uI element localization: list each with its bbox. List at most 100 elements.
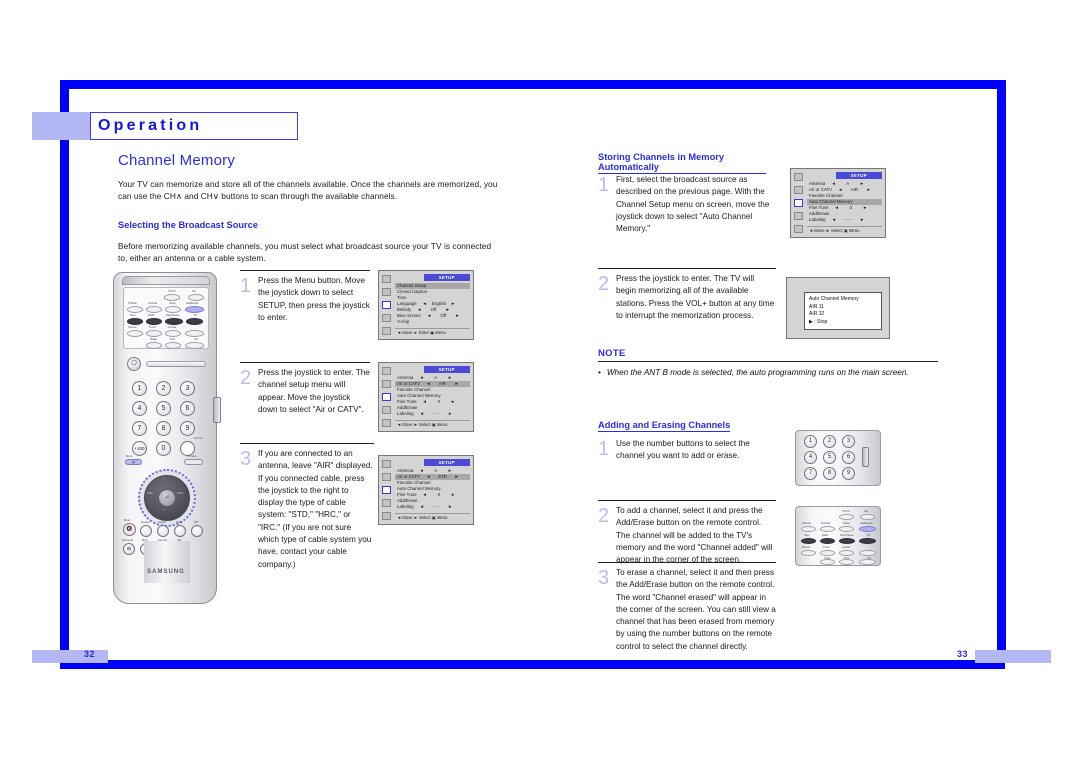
left-step-1: 1 Press the Menu button. Move the joysti… <box>240 270 370 324</box>
dialog-window: Auto Channel Memory AIR 11 AIR 32 ▶ : St… <box>804 292 882 330</box>
step-text: Use the number buttons to select the cha… <box>616 439 750 461</box>
button-sleep[interactable] <box>839 526 854 532</box>
pip-icon <box>794 225 803 233</box>
button-rew[interactable] <box>146 318 162 325</box>
key-7[interactable]: 7 <box>804 467 817 480</box>
key-1[interactable]: 1 <box>132 381 147 396</box>
page-number-right: 33 <box>957 649 969 659</box>
button-stop[interactable] <box>801 538 816 544</box>
page-title: Channel Memory <box>118 152 236 169</box>
key-5[interactable]: 5 <box>823 451 836 464</box>
button-aspect[interactable] <box>157 525 169 537</box>
button-stop[interactable] <box>127 318 143 325</box>
button-ch-down[interactable] <box>859 559 876 565</box>
button-ch-down[interactable] <box>185 342 204 349</box>
remote-keypad-detail: 1 2 3 4 5 6 7 8 9 <box>795 430 881 486</box>
setup-icon <box>794 212 803 220</box>
key-plus-100[interactable]: +100 <box>132 441 147 456</box>
button-set[interactable] <box>860 514 875 520</box>
button-play-pause[interactable] <box>165 318 183 325</box>
brand-logo: SAMSUNG <box>147 569 185 575</box>
button-tuner[interactable] <box>146 330 162 337</box>
osd-auto-channel-memory-dialog: Auto Channel Memory AIR 11 AIR 32 ▶ : St… <box>786 277 890 339</box>
button-locate[interactable] <box>165 330 181 337</box>
picture-icon <box>794 173 803 181</box>
button-s-mode[interactable] <box>146 306 162 313</box>
osd-icon-rail <box>382 459 393 521</box>
key-5[interactable]: 5 <box>156 401 171 416</box>
button-p-mode[interactable] <box>127 306 143 313</box>
dialog-line-air-32: AIR 32 <box>809 311 825 317</box>
chapter-title: Operation <box>98 117 203 134</box>
left-step-3: 3 If you are connected to an antenna, le… <box>240 443 374 571</box>
picture-icon <box>382 275 391 283</box>
key-2[interactable]: 2 <box>823 435 836 448</box>
button-ch-up[interactable] <box>185 330 204 337</box>
button-ch-up[interactable] <box>859 550 876 556</box>
key-6[interactable]: 6 <box>842 451 855 464</box>
remote-side-jog[interactable] <box>213 397 221 423</box>
pip-icon <box>382 327 391 335</box>
key-4[interactable]: 4 <box>804 451 817 464</box>
power-button[interactable]: ⏻ <box>127 357 141 371</box>
key-1[interactable]: 1 <box>804 435 817 448</box>
button-rew[interactable] <box>820 538 835 544</box>
button-menu[interactable]: ▤ <box>125 459 142 465</box>
osd-footer: ◄ Move ► Enter ▣ Menu <box>395 328 470 336</box>
button-source[interactable] <box>801 550 816 556</box>
button-tuner[interactable] <box>820 550 835 556</box>
key-2[interactable]: 2 <box>156 381 171 396</box>
page-number-tab-left <box>32 650 108 663</box>
button-add-erase[interactable] <box>185 306 204 313</box>
key-8[interactable]: 8 <box>156 421 171 436</box>
joystick-enter-button[interactable]: ⏎ <box>158 489 176 507</box>
key-3[interactable]: 3 <box>180 381 195 396</box>
step-number: 2 <box>598 273 610 295</box>
button-add-erase[interactable] <box>859 526 876 532</box>
button-tv-video[interactable] <box>184 459 203 465</box>
button-swap[interactable] <box>820 559 835 565</box>
key-9[interactable]: 9 <box>842 467 855 480</box>
osd-footer: ◄ Move ► Select ▣ Menu <box>395 513 470 521</box>
button-size[interactable] <box>165 342 181 349</box>
key-6[interactable]: 6 <box>180 401 195 416</box>
button-source[interactable] <box>127 330 143 337</box>
button-pip[interactable] <box>191 525 203 537</box>
osd-item-list: Antenna ◄ A ► Air or CATV ◄ STD ► Favorite Cha… <box>395 468 470 510</box>
button-p-mode[interactable] <box>801 526 816 532</box>
osd-title: SETUP <box>835 172 882 179</box>
remote-side-jog[interactable] <box>862 447 869 467</box>
key-pre-ch[interactable] <box>180 441 195 456</box>
button-size[interactable] <box>839 559 854 565</box>
button-mute[interactable]: 🔇 <box>123 523 136 536</box>
button-tv-vtr[interactable] <box>164 294 180 301</box>
osd-icon-rail <box>382 274 393 336</box>
key-0[interactable]: 0 <box>156 441 171 456</box>
button-surround[interactable]: ⊞ <box>123 543 135 555</box>
button-ff[interactable] <box>186 318 203 325</box>
button-display[interactable] <box>140 525 152 537</box>
button-play-pause[interactable] <box>839 538 855 544</box>
osd-footer: ◄ Move ► Select ▣ Menu <box>395 420 470 428</box>
channel-icon <box>382 301 391 309</box>
button-swap[interactable] <box>146 342 162 349</box>
button-s-mode[interactable] <box>820 526 835 532</box>
osd-item: V-chip <box>397 319 410 324</box>
key-7[interactable]: 7 <box>132 421 147 436</box>
button-dnie[interactable] <box>174 525 186 537</box>
button-tv-vtr[interactable] <box>839 514 854 520</box>
button-set[interactable] <box>188 294 204 301</box>
picture-icon <box>382 460 391 468</box>
osd-icon-rail <box>382 366 393 428</box>
subsection-paragraph: Before memorizing available channels, yo… <box>118 241 492 264</box>
button-sleep[interactable] <box>165 306 181 313</box>
step-number: 1 <box>598 174 610 196</box>
page-frame-right <box>997 80 1006 660</box>
key-9[interactable]: 9 <box>180 421 195 436</box>
key-3[interactable]: 3 <box>842 435 855 448</box>
button-locate[interactable] <box>839 550 854 556</box>
button-ff[interactable] <box>859 538 876 544</box>
key-4[interactable]: 4 <box>132 401 147 416</box>
key-8[interactable]: 8 <box>823 467 836 480</box>
page-frame-left <box>60 80 69 660</box>
